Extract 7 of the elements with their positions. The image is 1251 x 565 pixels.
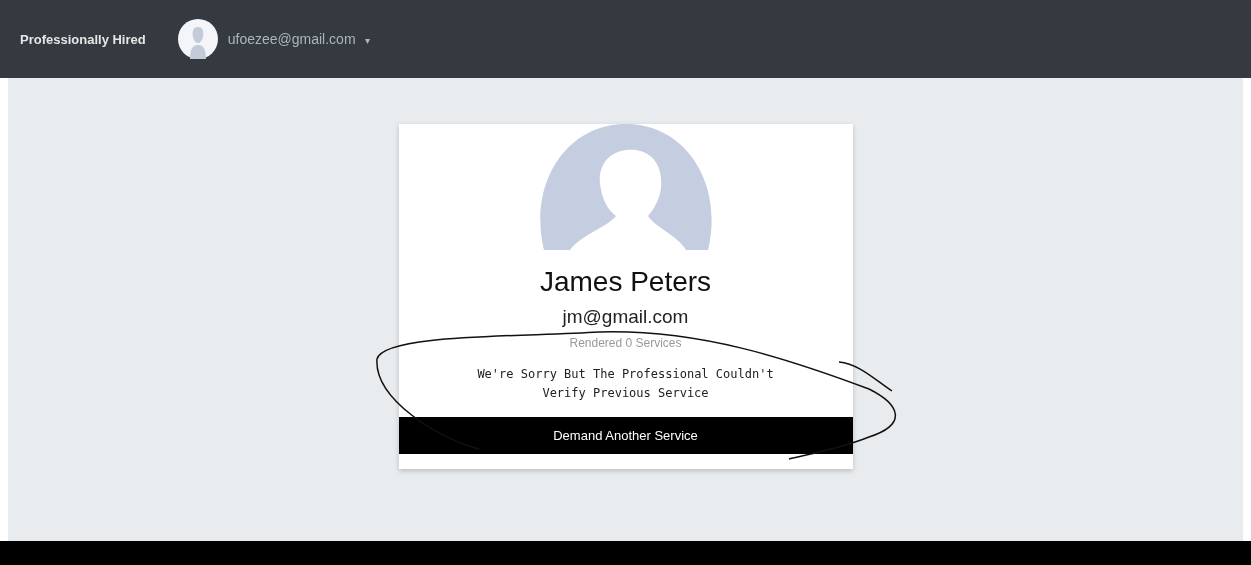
profile-email: jm@gmail.com [562,306,689,328]
brand-link[interactable]: Professionally Hired [20,31,146,47]
error-message: We're Sorry But The Professional Couldn't Verify Previous Service [476,366,775,402]
services-count: Rendered 0 Services [569,336,682,350]
profile-name: James Peters [539,266,712,298]
user-menu[interactable]: ufoezee@gmail.com ▾ [227,31,371,47]
demand-service-button[interactable]: Demand Another Service [398,417,853,454]
